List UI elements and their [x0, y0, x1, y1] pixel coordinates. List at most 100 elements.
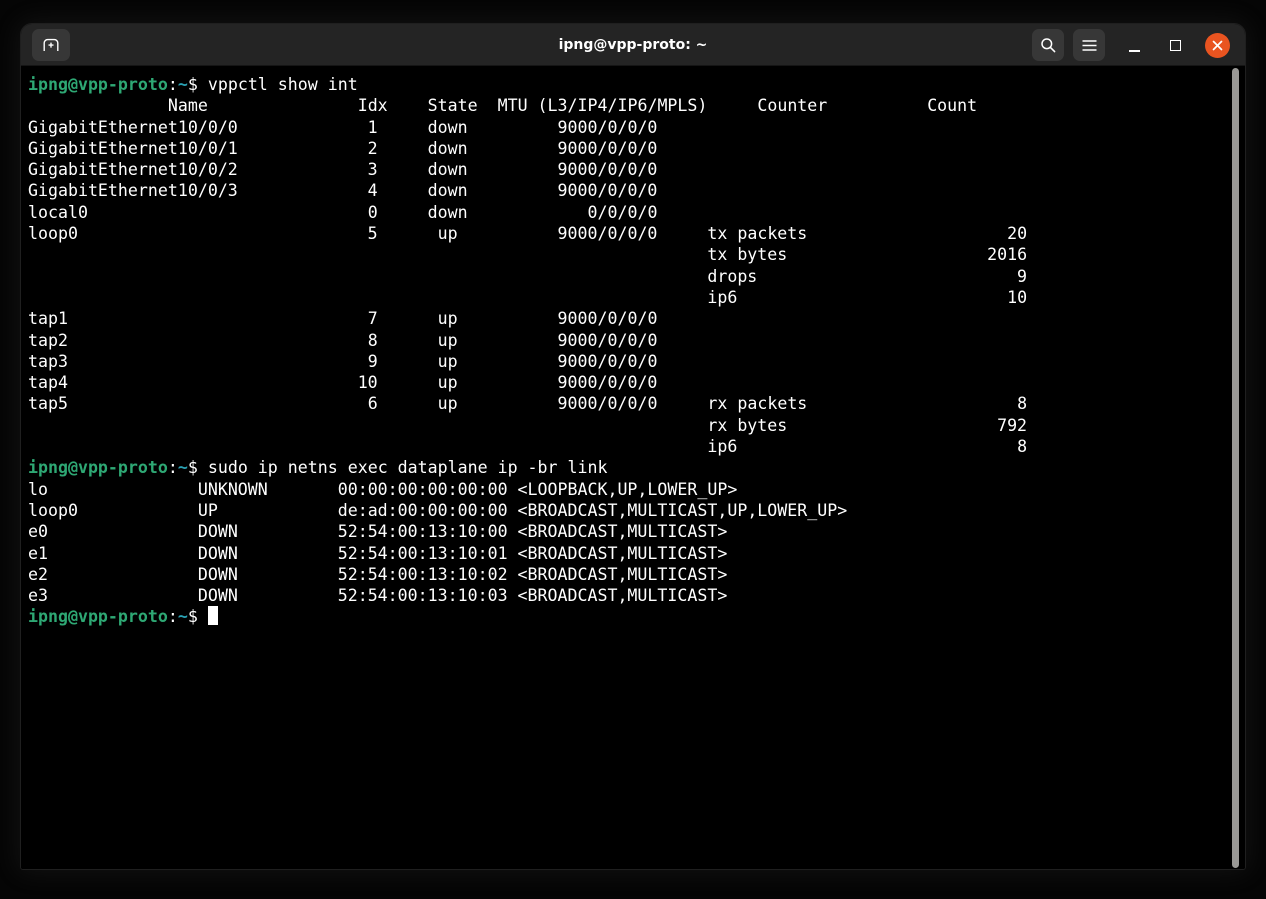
terminal-text-fg: 8 — [1017, 437, 1027, 456]
terminal-text-fg: vppctl show int — [208, 75, 358, 94]
terminal-line: Name Idx State MTU (L3/IP4/IP6/MPLS) Cou… — [28, 95, 1245, 116]
terminal-text-fg: $ — [188, 75, 208, 94]
terminal-text-fg: GigabitEthernet10/0/2 — [28, 160, 238, 179]
terminal-line: GigabitEthernet10/0/1 2 down 9000/0/0/0 — [28, 138, 1245, 159]
terminal-text-fg: 9000/0/0/0 — [558, 224, 658, 243]
titlebar[interactable]: ipng@vpp-proto: ~ — [21, 24, 1245, 66]
terminal-text-fg: 7 — [368, 309, 378, 328]
terminal-screen[interactable]: ipng@vpp-proto:~$ vppctl show int Name I… — [21, 66, 1245, 869]
terminal-text-fg: tx packets — [707, 224, 807, 243]
terminal-line: ip6 10 — [28, 287, 1245, 308]
terminal-text-fg: up — [438, 352, 458, 371]
terminal-line: loop0 UP de:ad:00:00:00:00 <BROADCAST,MU… — [28, 500, 1245, 521]
terminal-line: ipng@vpp-proto:~$ sudo ip netns exec dat… — [28, 457, 1245, 478]
terminal-text-fg: 10 — [1007, 288, 1027, 307]
terminal-text-fg: GigabitEthernet10/0/1 — [28, 139, 238, 158]
terminal-text-fg: down — [428, 118, 468, 137]
terminal-text-fg: 52:54:00:13:10:02 <BROADCAST,MULTICAST> — [338, 565, 728, 584]
terminal-text-fg: down — [428, 203, 468, 222]
search-button[interactable] — [1032, 29, 1064, 61]
terminal-text-fg: 8 — [368, 331, 378, 350]
terminal-text-fg: e2 — [28, 565, 48, 584]
menu-button[interactable] — [1073, 29, 1105, 61]
terminal-line: ipng@vpp-proto:~$ vppctl show int — [28, 74, 1245, 95]
terminal-text-fg: 1 — [368, 118, 378, 137]
terminal-text-fg: ip6 — [707, 437, 737, 456]
terminal-text-fg: 52:54:00:13:10:03 <BROADCAST,MULTICAST> — [338, 586, 728, 605]
terminal-text-fg: drops — [707, 267, 757, 286]
terminal-text-fg: State — [428, 96, 478, 115]
terminal-text-fg: Counter — [757, 96, 827, 115]
terminal-text-path: ~ — [178, 458, 188, 477]
terminal-text-fg: 9000/0/0/0 — [558, 309, 658, 328]
terminal-text-fg: Name — [168, 96, 208, 115]
terminal-line: rx bytes 792 — [28, 415, 1245, 436]
terminal-text-fg: 20 — [1007, 224, 1027, 243]
terminal-text-fg: 6 — [368, 394, 378, 413]
terminal-text-fg: up — [438, 309, 458, 328]
terminal-text-fg: Idx — [358, 96, 388, 115]
terminal-text-fg: 9000/0/0/0 — [558, 394, 658, 413]
terminal-text-fg: GigabitEthernet10/0/3 — [28, 181, 238, 200]
terminal-text-user: ipng@vpp-proto — [28, 75, 168, 94]
terminal-text-fg: tap2 — [28, 331, 68, 350]
minimize-icon — [1129, 50, 1140, 52]
terminal-text-fg: rx packets — [707, 394, 807, 413]
terminal-text-path: ~ — [178, 607, 188, 626]
terminal-text-fg: sudo ip netns exec dataplane ip -br link — [208, 458, 608, 477]
terminal-text-path: ~ — [178, 75, 188, 94]
close-button[interactable] — [1205, 33, 1230, 58]
terminal-line: tap4 10 up 9000/0/0/0 — [28, 372, 1245, 393]
terminal-line: tap3 9 up 9000/0/0/0 — [28, 351, 1245, 372]
terminal-line: tap2 8 up 9000/0/0/0 — [28, 330, 1245, 351]
terminal-text-fg: tap1 — [28, 309, 68, 328]
search-icon — [1040, 37, 1057, 54]
terminal-line: loop0 5 up 9000/0/0/0 tx packets 20 — [28, 223, 1245, 244]
terminal-text-fg: : — [168, 458, 178, 477]
terminal-text-fg: down — [428, 181, 468, 200]
terminal-text-fg: 9 — [1017, 267, 1027, 286]
terminal-text-fg: tap3 — [28, 352, 68, 371]
terminal-text-fg: GigabitEthernet10/0/0 — [28, 118, 238, 137]
terminal-line: ipng@vpp-proto:~$ — [28, 606, 1245, 627]
close-icon — [1212, 40, 1223, 51]
hamburger-menu-icon — [1082, 39, 1097, 52]
terminal-text-fg: 3 — [368, 160, 378, 179]
terminal-text-user: ipng@vpp-proto — [28, 458, 168, 477]
terminal-text-fg: up — [438, 373, 458, 392]
terminal-window: ipng@vpp-proto: ~ — [20, 23, 1246, 870]
terminal-line: GigabitEthernet10/0/0 1 down 9000/0/0/0 — [28, 117, 1245, 138]
terminal-text-fg: tap4 — [28, 373, 68, 392]
terminal-text-fg: tx bytes — [707, 245, 787, 264]
terminal-text-fg: down — [428, 139, 468, 158]
maximize-icon — [1170, 40, 1181, 51]
terminal-line: e1 DOWN 52:54:00:13:10:01 <BROADCAST,MUL… — [28, 543, 1245, 564]
terminal-text-fg: up — [438, 224, 458, 243]
terminal-text-fg: e3 — [28, 586, 48, 605]
terminal-line: ip6 8 — [28, 436, 1245, 457]
terminal-line: drops 9 — [28, 266, 1245, 287]
terminal-text-fg: 2 — [368, 139, 378, 158]
terminal-line: tx bytes 2016 — [28, 244, 1245, 265]
terminal-line: local0 0 down 0/0/0/0 — [28, 202, 1245, 223]
terminal-text-fg: 9000/0/0/0 — [558, 160, 658, 179]
scrollbar-thumb[interactable] — [1232, 68, 1239, 868]
terminal-text-fg: de:ad:00:00:00:00 <BROADCAST,MULTICAST,U… — [338, 501, 848, 520]
minimize-button[interactable] — [1118, 30, 1150, 60]
terminal-text-fg: loop0 — [28, 501, 78, 520]
desktop-background: { "window": { "title": "ipng@vpp-proto: … — [0, 0, 1266, 899]
terminal-text-fg: e1 — [28, 544, 48, 563]
terminal-output: ipng@vpp-proto:~$ vppctl show int Name I… — [28, 74, 1245, 628]
terminal-text-fg: 9000/0/0/0 — [558, 373, 658, 392]
terminal-text-fg: e0 — [28, 522, 48, 541]
terminal-text-fg: ip6 — [707, 288, 737, 307]
terminal-line: tap1 7 up 9000/0/0/0 — [28, 308, 1245, 329]
terminal-text-fg: 9000/0/0/0 — [558, 331, 658, 350]
terminal-text-fg: 9000/0/0/0 — [558, 181, 658, 200]
terminal-text-fg: 00:00:00:00:00:00 <LOOPBACK,UP,LOWER_UP> — [338, 480, 738, 499]
terminal-text-fg: 9000/0/0/0 — [558, 139, 658, 158]
terminal-text-fg: $ — [188, 458, 208, 477]
maximize-button[interactable] — [1159, 30, 1191, 60]
terminal-line: lo UNKNOWN 00:00:00:00:00:00 <LOOPBACK,U… — [28, 479, 1245, 500]
terminal-line: GigabitEthernet10/0/3 4 down 9000/0/0/0 — [28, 180, 1245, 201]
